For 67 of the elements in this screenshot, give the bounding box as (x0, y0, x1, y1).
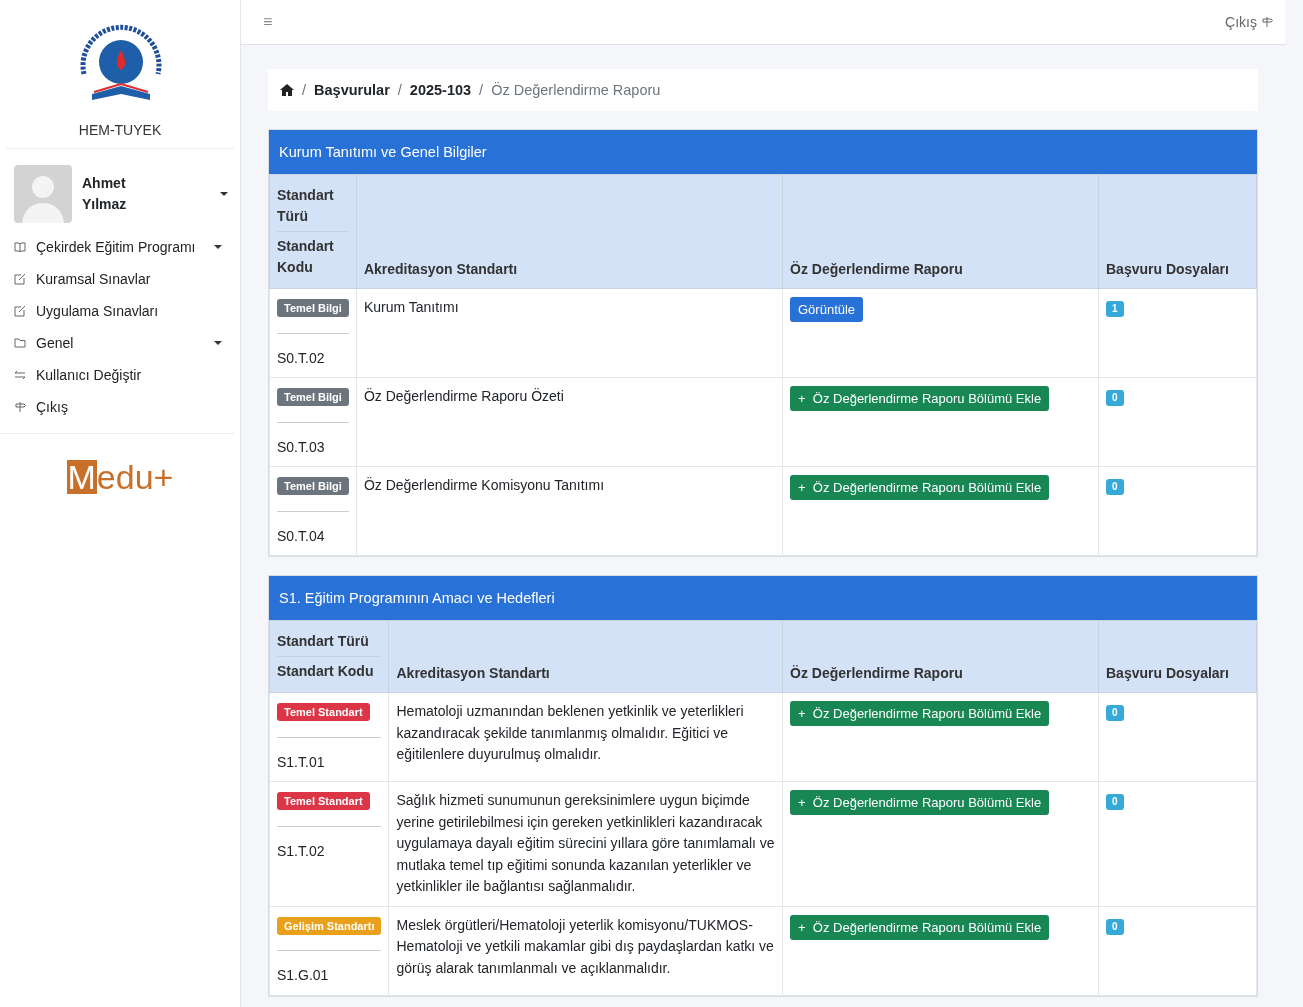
standard-code: S0.T.03 (277, 438, 325, 455)
breadcrumb-separator: / (302, 82, 307, 98)
standard-code: S0.T.02 (277, 349, 325, 366)
table-cell: Öz Değerlendirme Raporu Özeti (356, 377, 783, 467)
column-header: Standart Türü Standart Kodu (269, 174, 357, 289)
brand-logo: Medu+ (65, 460, 175, 494)
sidebar-item[interactable]: Kullanıcı Değiştir (14, 359, 222, 391)
book-icon (14, 242, 26, 252)
signpost-icon (14, 401, 26, 413)
column-header: Başvuru Dosyaları (1098, 174, 1257, 289)
sidebar-item[interactable]: Kuramsal Sınavlar (14, 263, 222, 295)
sidebar-item[interactable]: Genel (14, 327, 222, 359)
breadcrumb-link[interactable]: Başvurular (314, 82, 390, 98)
swap-icon (14, 370, 26, 380)
section-title: Kurum Tanıtımı ve Genel Bilgiler (269, 130, 1257, 174)
view-button[interactable]: Görüntüle (790, 297, 864, 322)
add-section-button[interactable]: + Öz Değerlendirme Raporu Bölümü Ekle (790, 914, 1050, 940)
breadcrumb-separator: / (397, 82, 402, 98)
column-header: Öz Değerlendirme Raporu (782, 174, 1099, 289)
column-header: Akreditasyon Standartı (389, 620, 783, 693)
add-section-button[interactable]: + Öz Değerlendirme Raporu Bölümü Ekle (790, 386, 1050, 411)
table-cell: Sağlık hizmeti sunumunun gereksinimlere uygun biçimde yerine getirilebilmesi için gereken yetkinlikleri kazandıracak uygulamaya dayalı eğitim sürecini yıllara göre tanımlamalı ve mutlaka temel tıp eğitimi sonunda kazanılan yeterlikler ve yetkinlikler ile bağlantısı sağlanmalıdır. (389, 781, 783, 906)
home-icon[interactable] (280, 84, 294, 96)
sidebar-item[interactable]: Uygulama Sınavları (14, 295, 222, 327)
breadcrumb-separator: / (479, 82, 484, 98)
sidebar-item[interactable]: Çekirdek Eğitim Programı (14, 231, 222, 263)
add-section-button[interactable]: + Öz Değerlendirme Raporu Bölümü Ekle (790, 701, 1050, 726)
file-count-badge: 0 (1106, 390, 1124, 406)
file-count-badge: 0 (1106, 794, 1124, 810)
breadcrumb-link[interactable]: Öz Değerlendirme Raporu (491, 82, 661, 98)
avatar-placeholder (14, 165, 72, 223)
table-cell: Meslek örgütleri/Hematoloji yeterlik komisyonu/TUKMOS-Hematoloji ve yetkili makamlar gibi dış paydaşlardan katkı ve görüş alarak tanımlanmalı ve açıklanmalıdır. (389, 906, 783, 995)
file-count-badge: 0 (1106, 918, 1124, 935)
caret-icon (220, 192, 228, 196)
column-header: Başvuru Dosyaları (1098, 620, 1257, 693)
standard-type-badge: Temel Bilgi (277, 477, 349, 495)
file-count-badge: 0 (1106, 705, 1124, 721)
standard-code: S1.T.01 (277, 753, 325, 770)
folder-icon (14, 338, 26, 348)
standard-code: S1.G.01 (277, 967, 329, 983)
section-title: S1. Eğitim Programının Amacı ve Hedefleri (269, 576, 1257, 620)
standard-code: S1.T.02 (277, 842, 325, 859)
menu-button[interactable]: ≡ (263, 13, 273, 31)
file-count-badge: 1 (1106, 301, 1124, 317)
add-section-button[interactable]: + Öz Değerlendirme Raporu Bölümü Ekle (790, 790, 1050, 815)
table-cell: Hematoloji uzmanından beklenen yetkinlik ve yeterlikleri kazandıracak şekilde tanımlanmış olmalıdır. Eğitici ve eğitilenlere duyurulmuş olmalıdır. (389, 692, 783, 782)
column-header: Öz Değerlendirme Raporu (782, 620, 1099, 693)
table-cell: Öz Değerlendirme Komisyonu Tanıtımı (356, 466, 783, 556)
signpost-icon (1261, 16, 1273, 28)
standard-type-badge: Gelişim Standartı (277, 916, 382, 935)
standard-type-badge: Temel Bilgi (277, 299, 349, 317)
file-count-badge: 0 (1106, 479, 1124, 495)
edit-icon (14, 305, 26, 317)
standard-type-badge: Temel Standart (277, 703, 370, 721)
standard-type-badge: Temel Standart (277, 792, 370, 810)
user-name[interactable]: Ahmet Yılmaz (82, 173, 210, 215)
table-cell: Kurum Tanıtımı (356, 288, 783, 378)
organization-name: HEM-TUYEK (78, 122, 162, 138)
standard-code: S0.T.04 (277, 527, 325, 544)
breadcrumb-link[interactable]: 2025-103 (409, 82, 472, 98)
logout-link[interactable]: Çıkış (1225, 14, 1273, 30)
column-header: Akreditasyon Standartı (356, 174, 783, 289)
add-section-button[interactable]: + Öz Değerlendirme Raporu Bölümü Ekle (790, 475, 1050, 500)
edit-icon (14, 273, 26, 285)
standard-type-badge: Temel Bilgi (277, 388, 349, 406)
sidebar-item[interactable]: Çıkış (14, 391, 222, 423)
column-header: Standart Türü Standart Kodu (269, 620, 389, 693)
